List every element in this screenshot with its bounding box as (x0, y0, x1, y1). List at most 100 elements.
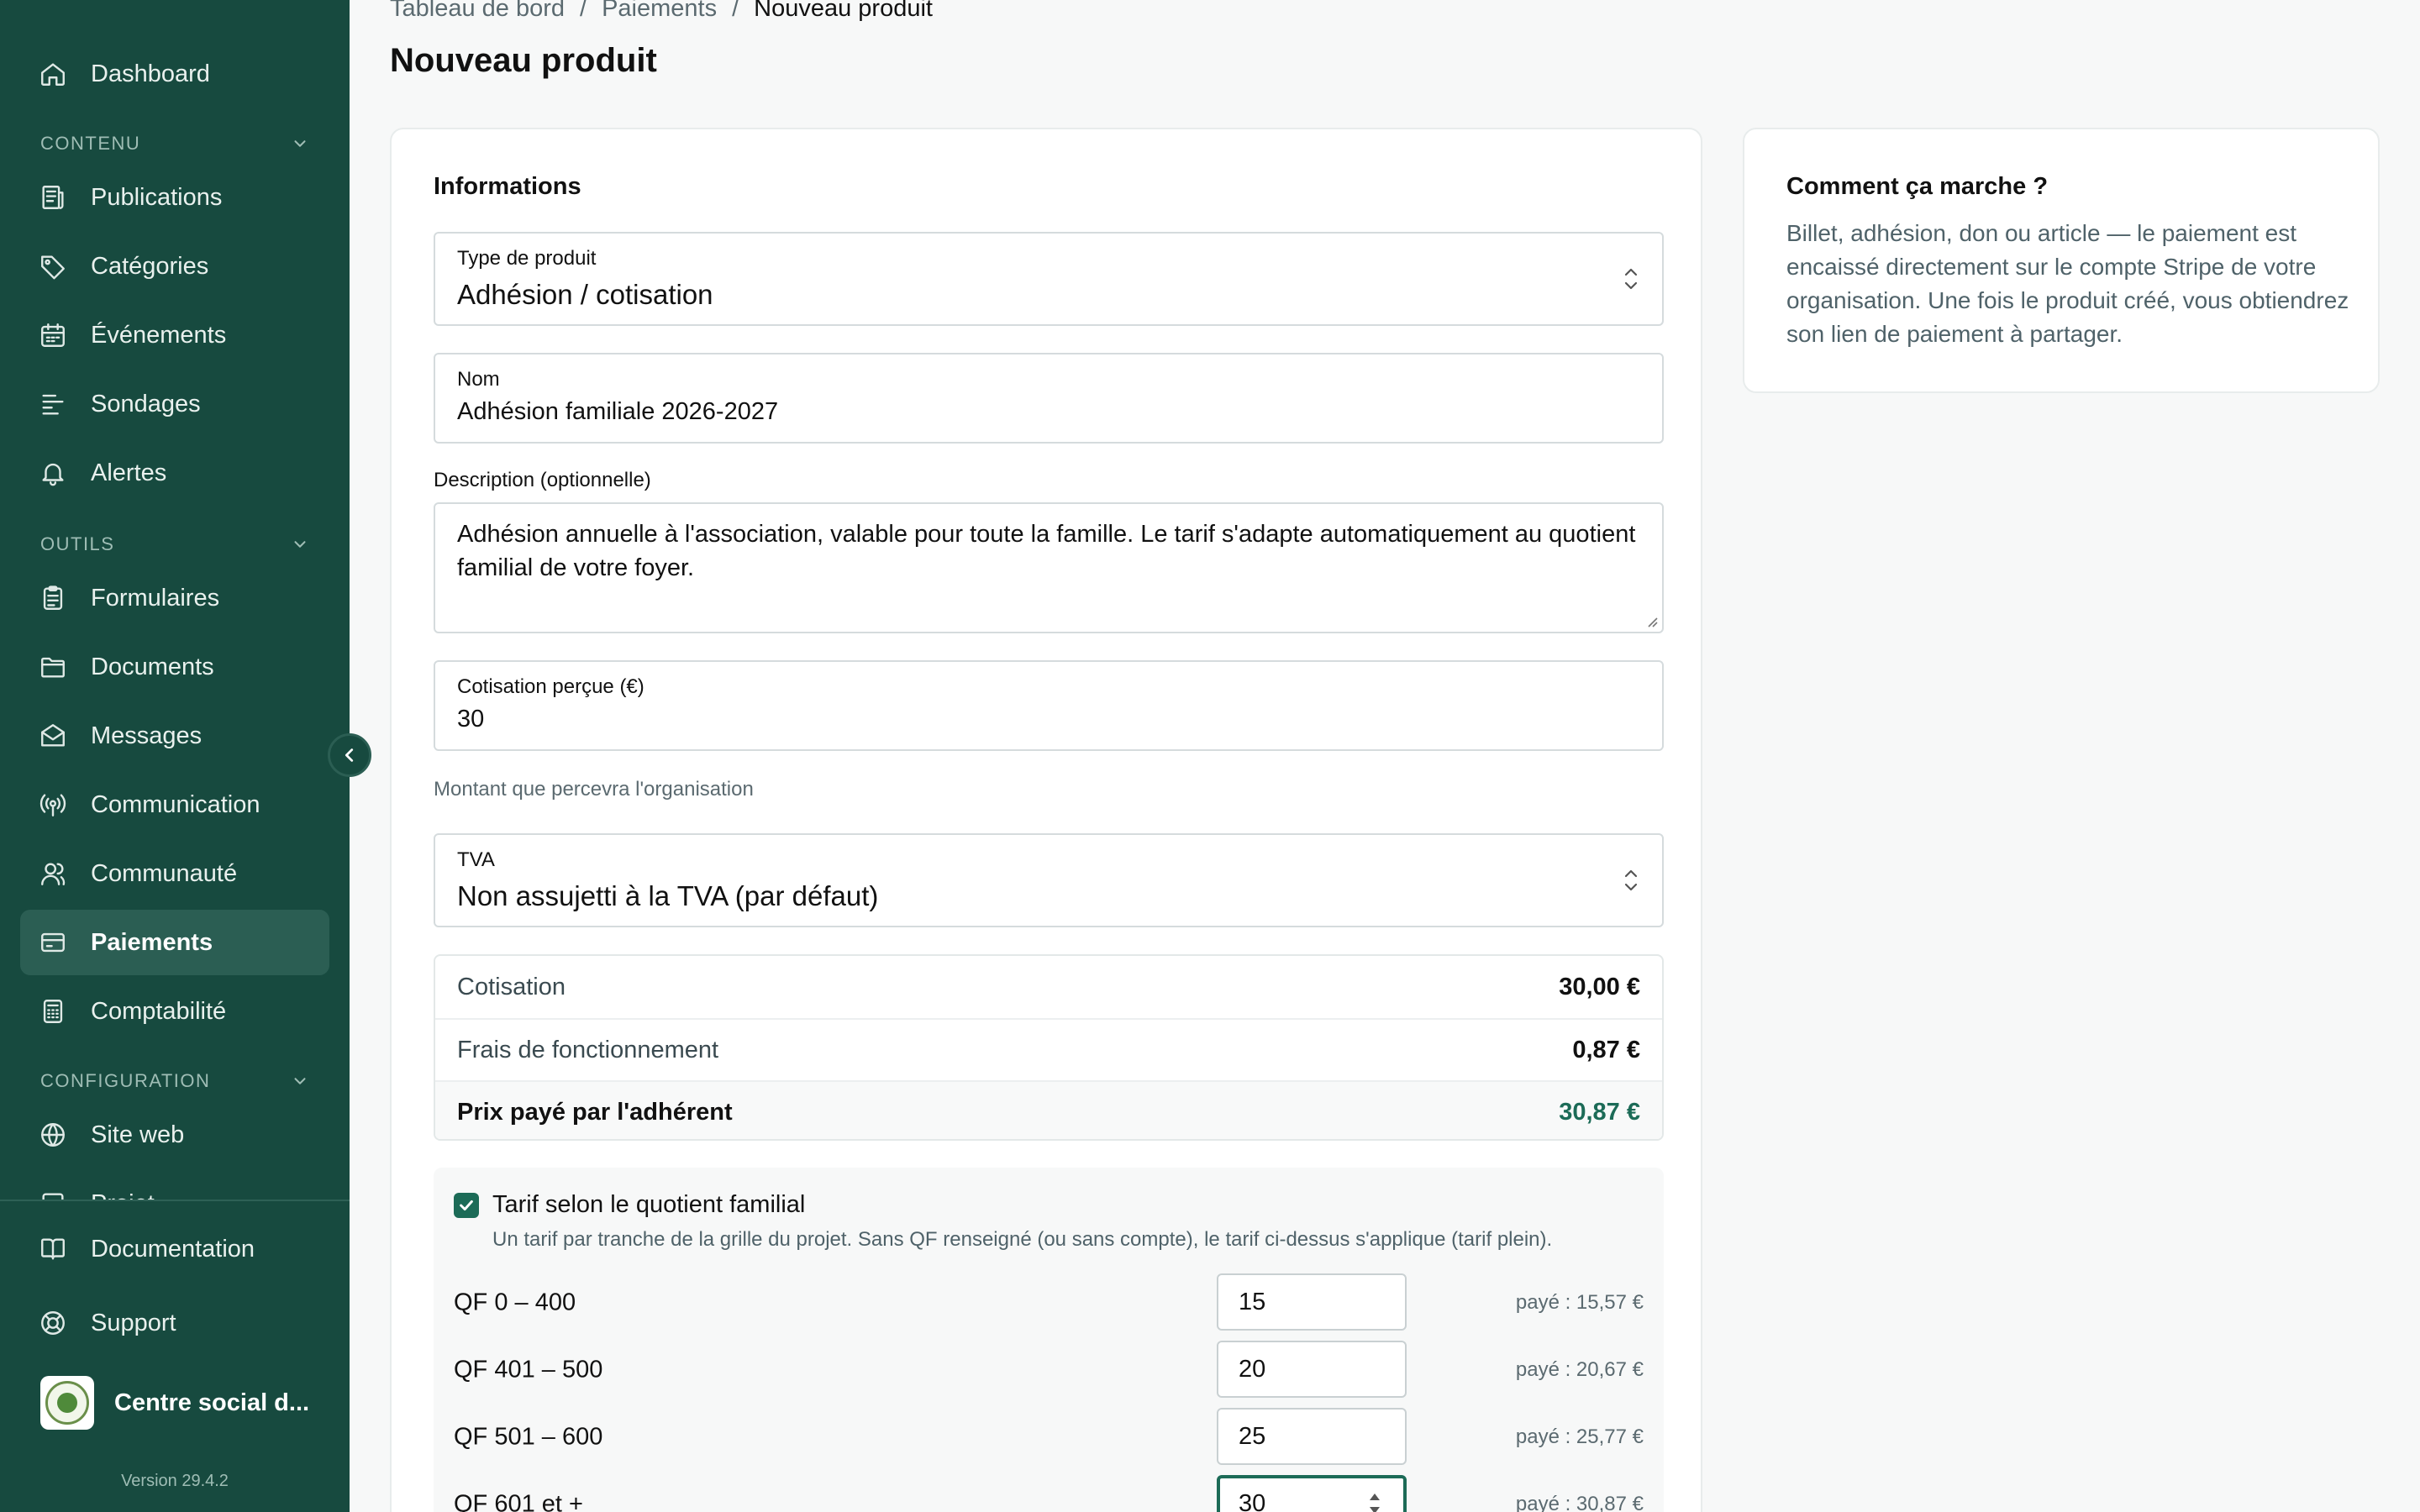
breadcrumb-separator: / (732, 0, 739, 22)
sidebar-item-sondages[interactable]: Sondages (20, 371, 329, 437)
sidebar-item-categories[interactable]: Catégories (20, 234, 329, 299)
qf-amount-input[interactable]: 25 (1217, 1408, 1407, 1465)
sidebar-item-support[interactable]: Support (20, 1290, 329, 1356)
qf-range-label: QF 401 – 500 (454, 1356, 603, 1383)
sidebar-item-label: Catégories (91, 252, 209, 280)
broadcast-icon (39, 790, 67, 819)
sidebar-item-messages[interactable]: Messages (20, 703, 329, 769)
section-title: Informations (434, 173, 581, 200)
qf-pricing-panel: Tarif selon le quotient familial Un tari… (434, 1168, 1664, 1512)
summary-value: 30,00 € (1559, 973, 1640, 1000)
breadcrumb-link-paiements[interactable]: Paiements (602, 0, 717, 23)
sidebar-item-paiements[interactable]: Paiements (20, 910, 329, 975)
qf-paid-amount: payé : 15,57 € (1515, 1291, 1644, 1314)
bell-icon (39, 459, 67, 487)
sidebar-item-publications[interactable]: Publications (20, 165, 329, 230)
qf-range-label: QF 0 – 400 (454, 1289, 576, 1316)
amount-field[interactable]: Cotisation perçue (€) 30 (434, 660, 1664, 751)
sidebar-item-communaute[interactable]: Communauté (20, 841, 329, 906)
sidebar-item-label: Documents (91, 653, 214, 680)
name-field[interactable]: Nom Adhésion familiale 2026-2027 (434, 353, 1664, 444)
breadcrumb: Tableau de bord / Paiements / Nouveau pr… (390, 0, 933, 23)
sidebar-item-site-web[interactable]: Site web (20, 1102, 329, 1168)
sidebar-item-documents[interactable]: Documents (20, 634, 329, 700)
poll-icon (39, 390, 67, 418)
qf-pricing-checkbox[interactable] (454, 1193, 479, 1218)
sidebar-item-label: Formulaires (91, 584, 220, 612)
sidebar-divider (0, 1200, 350, 1201)
qf-pricing-title: Tarif selon le quotient familial (492, 1191, 806, 1218)
organization-switcher[interactable]: Centre social d... (40, 1376, 309, 1430)
sidebar-item-dashboard[interactable]: Dashboard (20, 41, 329, 107)
qf-row: QF 601 et + 30 payé : 30,87 € (434, 1475, 1664, 1512)
product-form-card: Informations Type de produit Adhésion / … (390, 128, 1702, 1512)
resize-handle-icon[interactable] (1644, 613, 1659, 628)
breadcrumb-separator: / (580, 0, 587, 22)
folder-icon (39, 653, 67, 681)
calculator-icon (39, 997, 67, 1026)
tree-icon (57, 1393, 77, 1413)
summary-value: 0,87 € (1572, 1036, 1640, 1063)
sidebar-item-label: Comptabilité (91, 997, 227, 1025)
breadcrumb-current: Nouveau produit (754, 0, 933, 22)
sidebar-item-label: Communication (91, 790, 260, 818)
field-value: Non assujetti à la TVA (par défaut) (457, 880, 879, 911)
field-value: Adhésion / cotisation (457, 279, 713, 310)
product-type-select[interactable]: Type de produit Adhésion / cotisation (434, 232, 1664, 326)
summary-value: 30,87 € (1559, 1098, 1640, 1126)
summary-row: Frais de fonctionnement 0,87 € (435, 1018, 1662, 1080)
textarea-value: Adhésion annuelle à l'association, valab… (457, 521, 1636, 581)
description-textarea[interactable]: Adhésion annuelle à l'association, valab… (434, 502, 1664, 633)
sidebar-item-documentation[interactable]: Documentation (20, 1216, 329, 1282)
organization-name: Centre social d... (114, 1389, 310, 1416)
organization-logo (40, 1376, 94, 1430)
chevron-down-icon (294, 140, 306, 147)
breadcrumb-link-dashboard[interactable]: Tableau de bord (390, 0, 565, 23)
summary-label: Prix payé par l'adhérent (457, 1098, 733, 1126)
description-label: Description (optionnelle) (434, 469, 651, 491)
collapse-sidebar-button[interactable] (328, 733, 371, 777)
sidebar-item-comptabilite[interactable]: Comptabilité (20, 979, 329, 1044)
home-icon (39, 60, 67, 88)
section-label: Outils (40, 533, 115, 554)
sidebar-item-label: Événements (91, 321, 227, 349)
qf-paid-amount: payé : 20,67 € (1515, 1358, 1644, 1381)
sidebar-item-label: Publications (91, 183, 223, 211)
section-label: Configuration (40, 1070, 211, 1091)
sidebar-item-formulaires[interactable]: Formulaires (20, 565, 329, 631)
input-value: 25 (1239, 1422, 1266, 1450)
qf-row: QF 401 – 500 20 payé : 20,67 € (434, 1341, 1664, 1399)
sidebar-item-alertes[interactable]: Alertes (20, 440, 329, 506)
chevron-up-down-icon (1622, 265, 1640, 293)
section-toggle-contenu[interactable]: Contenu (40, 127, 309, 160)
qf-amount-input[interactable]: 20 (1217, 1341, 1407, 1398)
lifebuoy-icon (39, 1309, 67, 1337)
sidebar-item-label: Alertes (91, 459, 167, 486)
app-version: Version 29.4.2 (121, 1472, 229, 1490)
input-value: 20 (1239, 1355, 1266, 1383)
help-card-title: Comment ça marche ? (1786, 173, 2049, 200)
qf-amount-input[interactable]: 30 (1217, 1475, 1407, 1512)
help-card-text: Billet, adhésion, don ou article — le pa… (1786, 220, 2349, 347)
summary-total-row: Prix payé par l'adhérent 30,87 € (435, 1080, 1662, 1139)
qf-amount-input[interactable]: 15 (1217, 1273, 1407, 1331)
summary-label: Cotisation (457, 973, 566, 1000)
page-title: Nouveau produit (390, 42, 657, 79)
qf-row: QF 0 – 400 15 payé : 15,57 € (434, 1273, 1664, 1332)
sidebar-item-evenements[interactable]: Événements (20, 302, 329, 368)
sidebar-item-communication[interactable]: Communication (20, 772, 329, 837)
section-label: Contenu (40, 133, 141, 154)
sidebar: Dashboard Contenu Publications Catégorie… (0, 0, 350, 1512)
newspaper-icon (39, 183, 67, 212)
calendar-icon (39, 321, 67, 349)
clipboard-icon (39, 584, 67, 612)
section-toggle-outils[interactable]: Outils (40, 528, 309, 561)
sidebar-item-label: Sondages (91, 390, 201, 417)
qf-paid-amount: payé : 25,77 € (1515, 1425, 1644, 1448)
sidebar-item-label: Communauté (91, 859, 238, 887)
vat-select[interactable]: TVA Non assujetti à la TVA (par défaut) (434, 833, 1664, 927)
summary-label: Frais de fonctionnement (457, 1036, 719, 1063)
section-toggle-configuration[interactable]: Configuration (40, 1064, 309, 1098)
tag-icon (39, 252, 67, 281)
number-spinner-icon[interactable] (1368, 1490, 1381, 1512)
